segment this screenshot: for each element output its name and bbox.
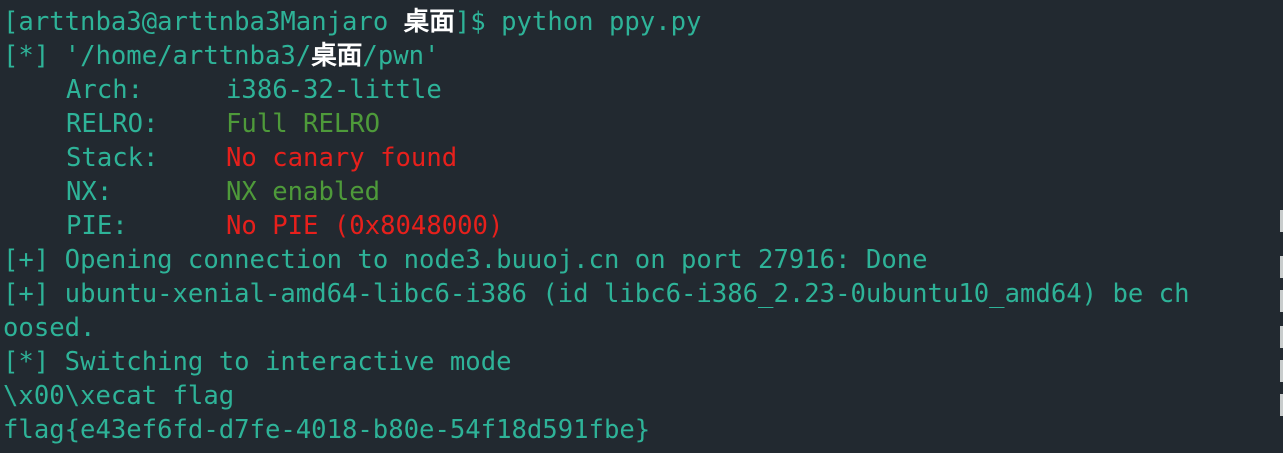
binary-path-line: [*] '/home/arttnba3/桌面/pwn' (3, 39, 1273, 73)
checksec-arch-line: Arch: i386-32-little (3, 73, 1273, 107)
interactive-mode-text: Switching to interactive mode (64, 347, 512, 377)
opening-connection-line: [+] Opening connection to node3.buuoj.cn… (3, 243, 1273, 277)
info-prefix: [*] (3, 41, 50, 71)
echo-output-line: \x00\xecat flag (3, 379, 1273, 413)
flag-output-line: flag{e43ef6fd-d7fe-4018-b80e-54f18d591fb… (3, 413, 1273, 447)
checksec-nx-line: NX: NX enabled (3, 175, 1273, 209)
checksec-pie-line: PIE: No PIE (0x8048000) (3, 209, 1273, 243)
prompt-command: python ppy.py (501, 7, 702, 37)
success-prefix: [+] (3, 245, 50, 275)
checksec-label: Stack: (66, 143, 159, 173)
checksec-value: No canary found (226, 143, 458, 173)
checksec-value: i386-32-little (226, 75, 442, 105)
echo-output-text: \x00\xecat flag (3, 381, 235, 411)
libc-text-wrap: oosed. (3, 313, 96, 343)
prompt-close: ]$ (454, 7, 486, 37)
binary-path-end: /pwn' (362, 41, 440, 71)
info-prefix: [*] (3, 347, 50, 377)
binary-path-start: '/home/arttnba3/ (64, 41, 312, 71)
terminal-output: [arttnba3@arttnba3Manjaro 桌面]$ python pp… (3, 5, 1273, 447)
libc-line-wrap: oosed. (3, 311, 1273, 345)
shell-prompt-line: [arttnba3@arttnba3Manjaro 桌面]$ python pp… (3, 5, 1273, 39)
prompt-user-host: arttnba3@arttnba3Manjaro (18, 7, 389, 37)
checksec-label: Arch: (66, 75, 144, 105)
checksec-value: No PIE (0x8048000) (226, 211, 504, 241)
checksec-label: NX: (66, 177, 113, 207)
prompt-directory: 桌面 (403, 7, 455, 37)
success-prefix: [+] (3, 279, 50, 309)
checksec-value: NX enabled (226, 177, 381, 207)
interactive-mode-line: [*] Switching to interactive mode (3, 345, 1273, 379)
window-edge (1279, 0, 1283, 453)
opening-connection-text: Opening connection to node3.buuoj.cn on … (64, 245, 928, 275)
terminal-window[interactable]: [arttnba3@arttnba3Manjaro 桌面]$ python pp… (0, 0, 1283, 453)
binary-path-dir: 桌面 (311, 41, 363, 71)
checksec-value: Full RELRO (226, 109, 381, 139)
checksec-label: PIE: (66, 211, 128, 241)
libc-line: [+] ubuntu-xenial-amd64-libc6-i386 (id l… (3, 277, 1273, 311)
checksec-relro-line: RELRO: Full RELRO (3, 107, 1273, 141)
prompt-open-bracket: [ (3, 7, 19, 37)
libc-text: ubuntu-xenial-amd64-libc6-i386 (id libc6… (64, 279, 1190, 309)
flag-text: flag{e43ef6fd-d7fe-4018-b80e-54f18d591fb… (3, 415, 651, 445)
checksec-stack-line: Stack: No canary found (3, 141, 1273, 175)
checksec-label: RELRO: (66, 109, 159, 139)
